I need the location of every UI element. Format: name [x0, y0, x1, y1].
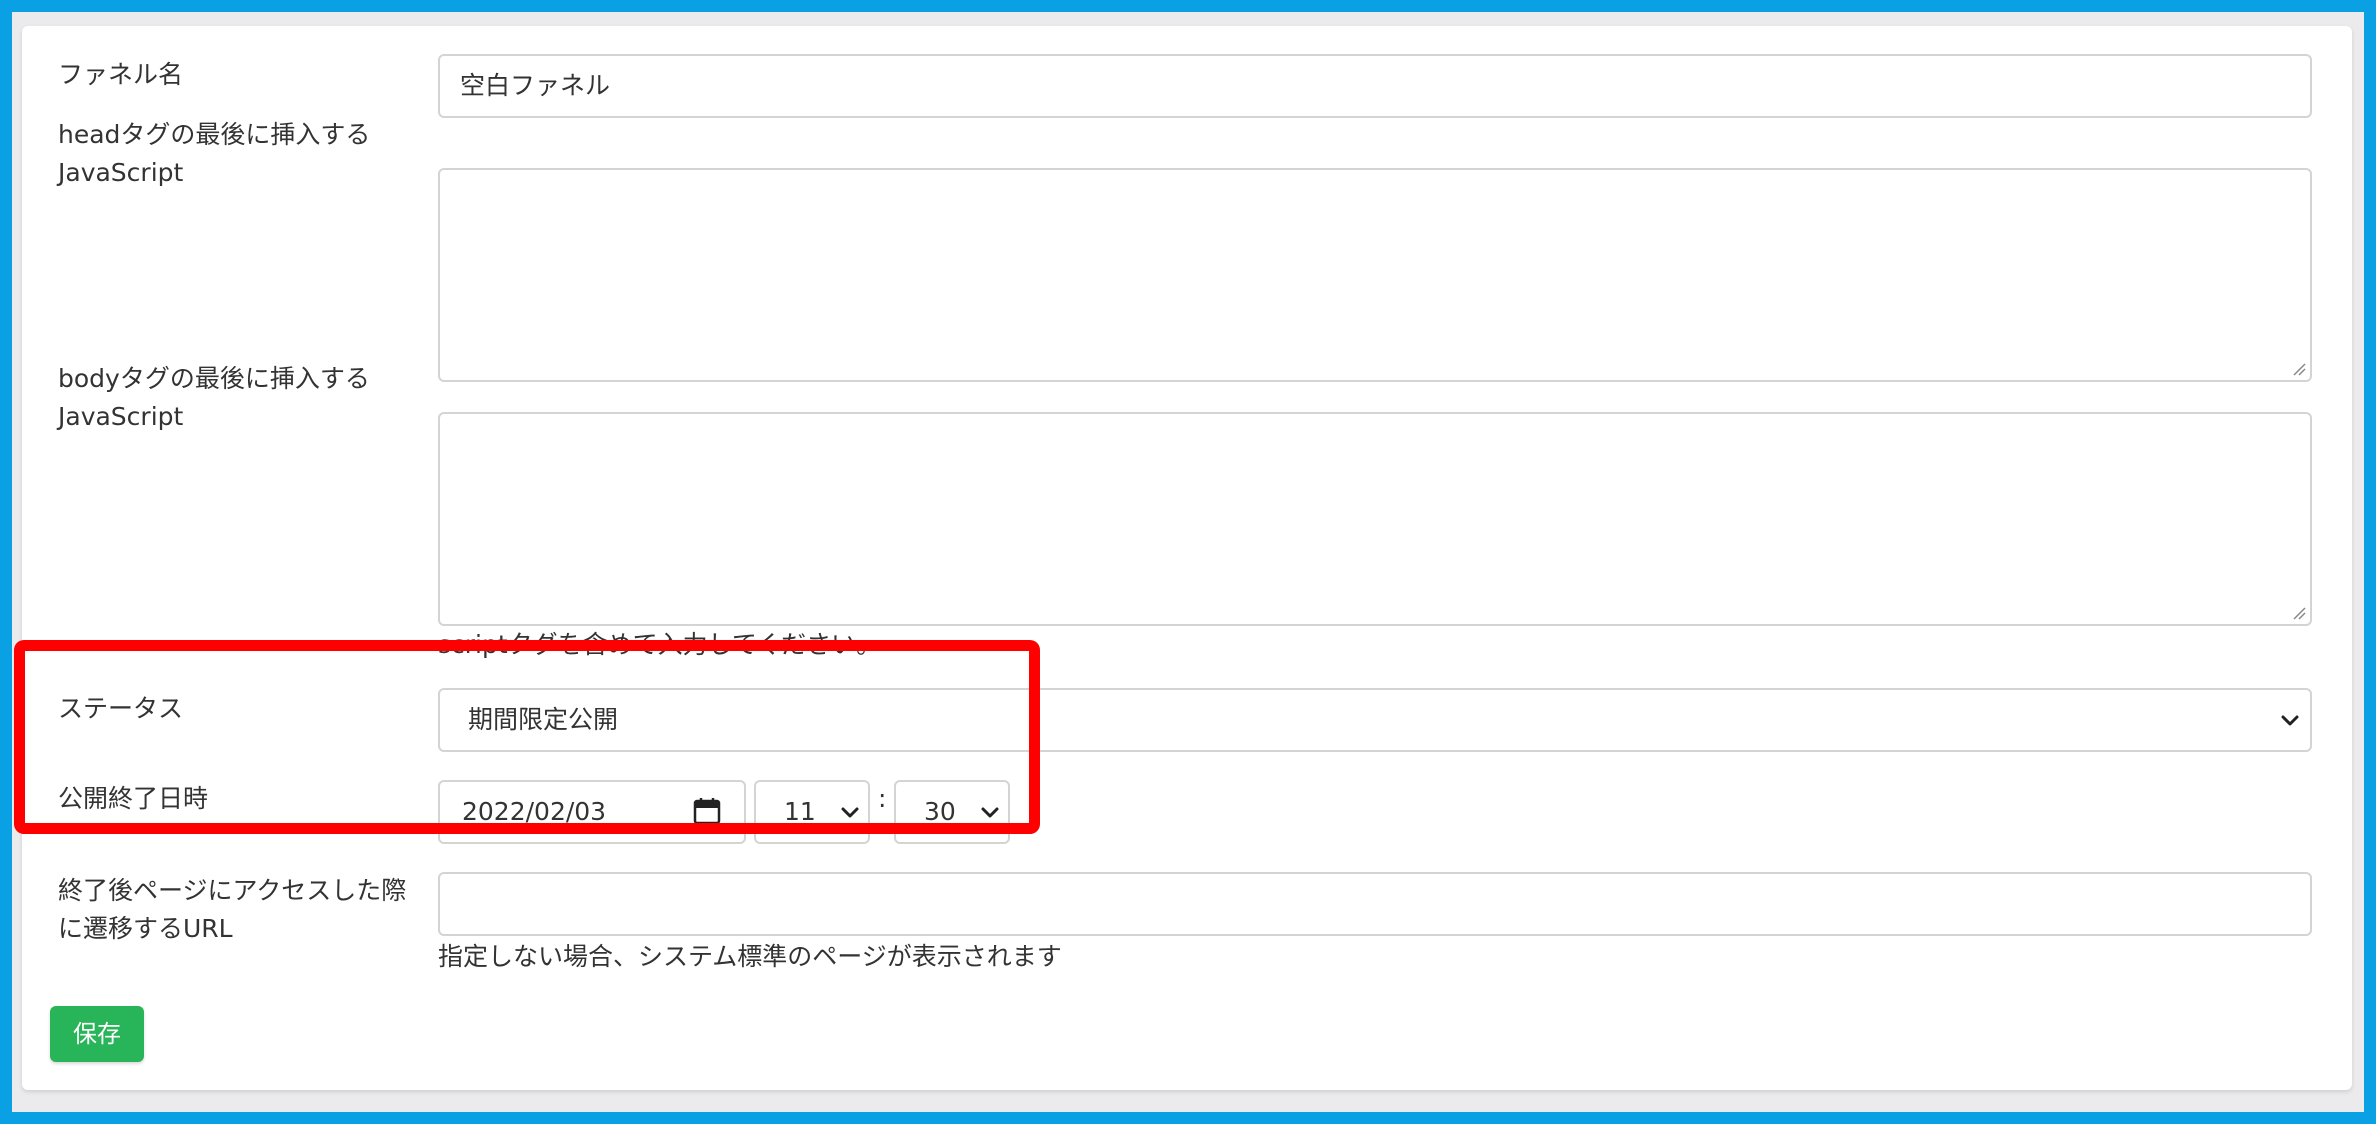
body-js-textarea[interactable]	[438, 412, 2312, 626]
end-minute-select[interactable]: 30	[894, 780, 1010, 844]
redirect-url-label: 終了後ページにアクセスした際 に遷移するURL	[58, 876, 407, 943]
save-button[interactable]: 保存	[50, 1006, 144, 1062]
funnel-name-input[interactable]: 空白ファネル	[438, 54, 2312, 118]
redirect-url-input[interactable]	[438, 872, 2312, 936]
end-hour-select[interactable]: 11	[754, 780, 870, 844]
chevron-down-icon	[981, 807, 999, 818]
status-select[interactable]: 期間限定公開	[438, 688, 2312, 752]
status-label: ステータス	[58, 694, 184, 723]
calendar-icon[interactable]	[692, 796, 722, 826]
end-date-input[interactable]: 2022/02/03	[438, 780, 746, 844]
end-datetime-label: 公開終了日時	[58, 784, 209, 813]
body-js-help-text: scriptタグを含めて入力してください。	[438, 630, 882, 659]
funnel-name-label: ファネル名	[58, 60, 184, 89]
head-js-textarea[interactable]	[438, 168, 2312, 382]
resize-grip-icon[interactable]	[2292, 362, 2306, 376]
chevron-down-icon	[841, 807, 859, 818]
time-separator: :	[878, 784, 887, 813]
funnel-settings-card: ファネル名 空白ファネル headタグの最後に挿入する JavaScript b…	[22, 26, 2352, 1090]
resize-grip-icon[interactable]	[2292, 606, 2306, 620]
outer-frame: ファネル名 空白ファネル headタグの最後に挿入する JavaScript b…	[12, 12, 2364, 1112]
head-js-label: headタグの最後に挿入する JavaScript	[58, 120, 371, 187]
redirect-url-help-text: 指定しない場合、システム標準のページが表示されます	[438, 942, 1062, 971]
chevron-down-icon	[2281, 715, 2299, 726]
body-js-label: bodyタグの最後に挿入する JavaScript	[58, 364, 370, 431]
